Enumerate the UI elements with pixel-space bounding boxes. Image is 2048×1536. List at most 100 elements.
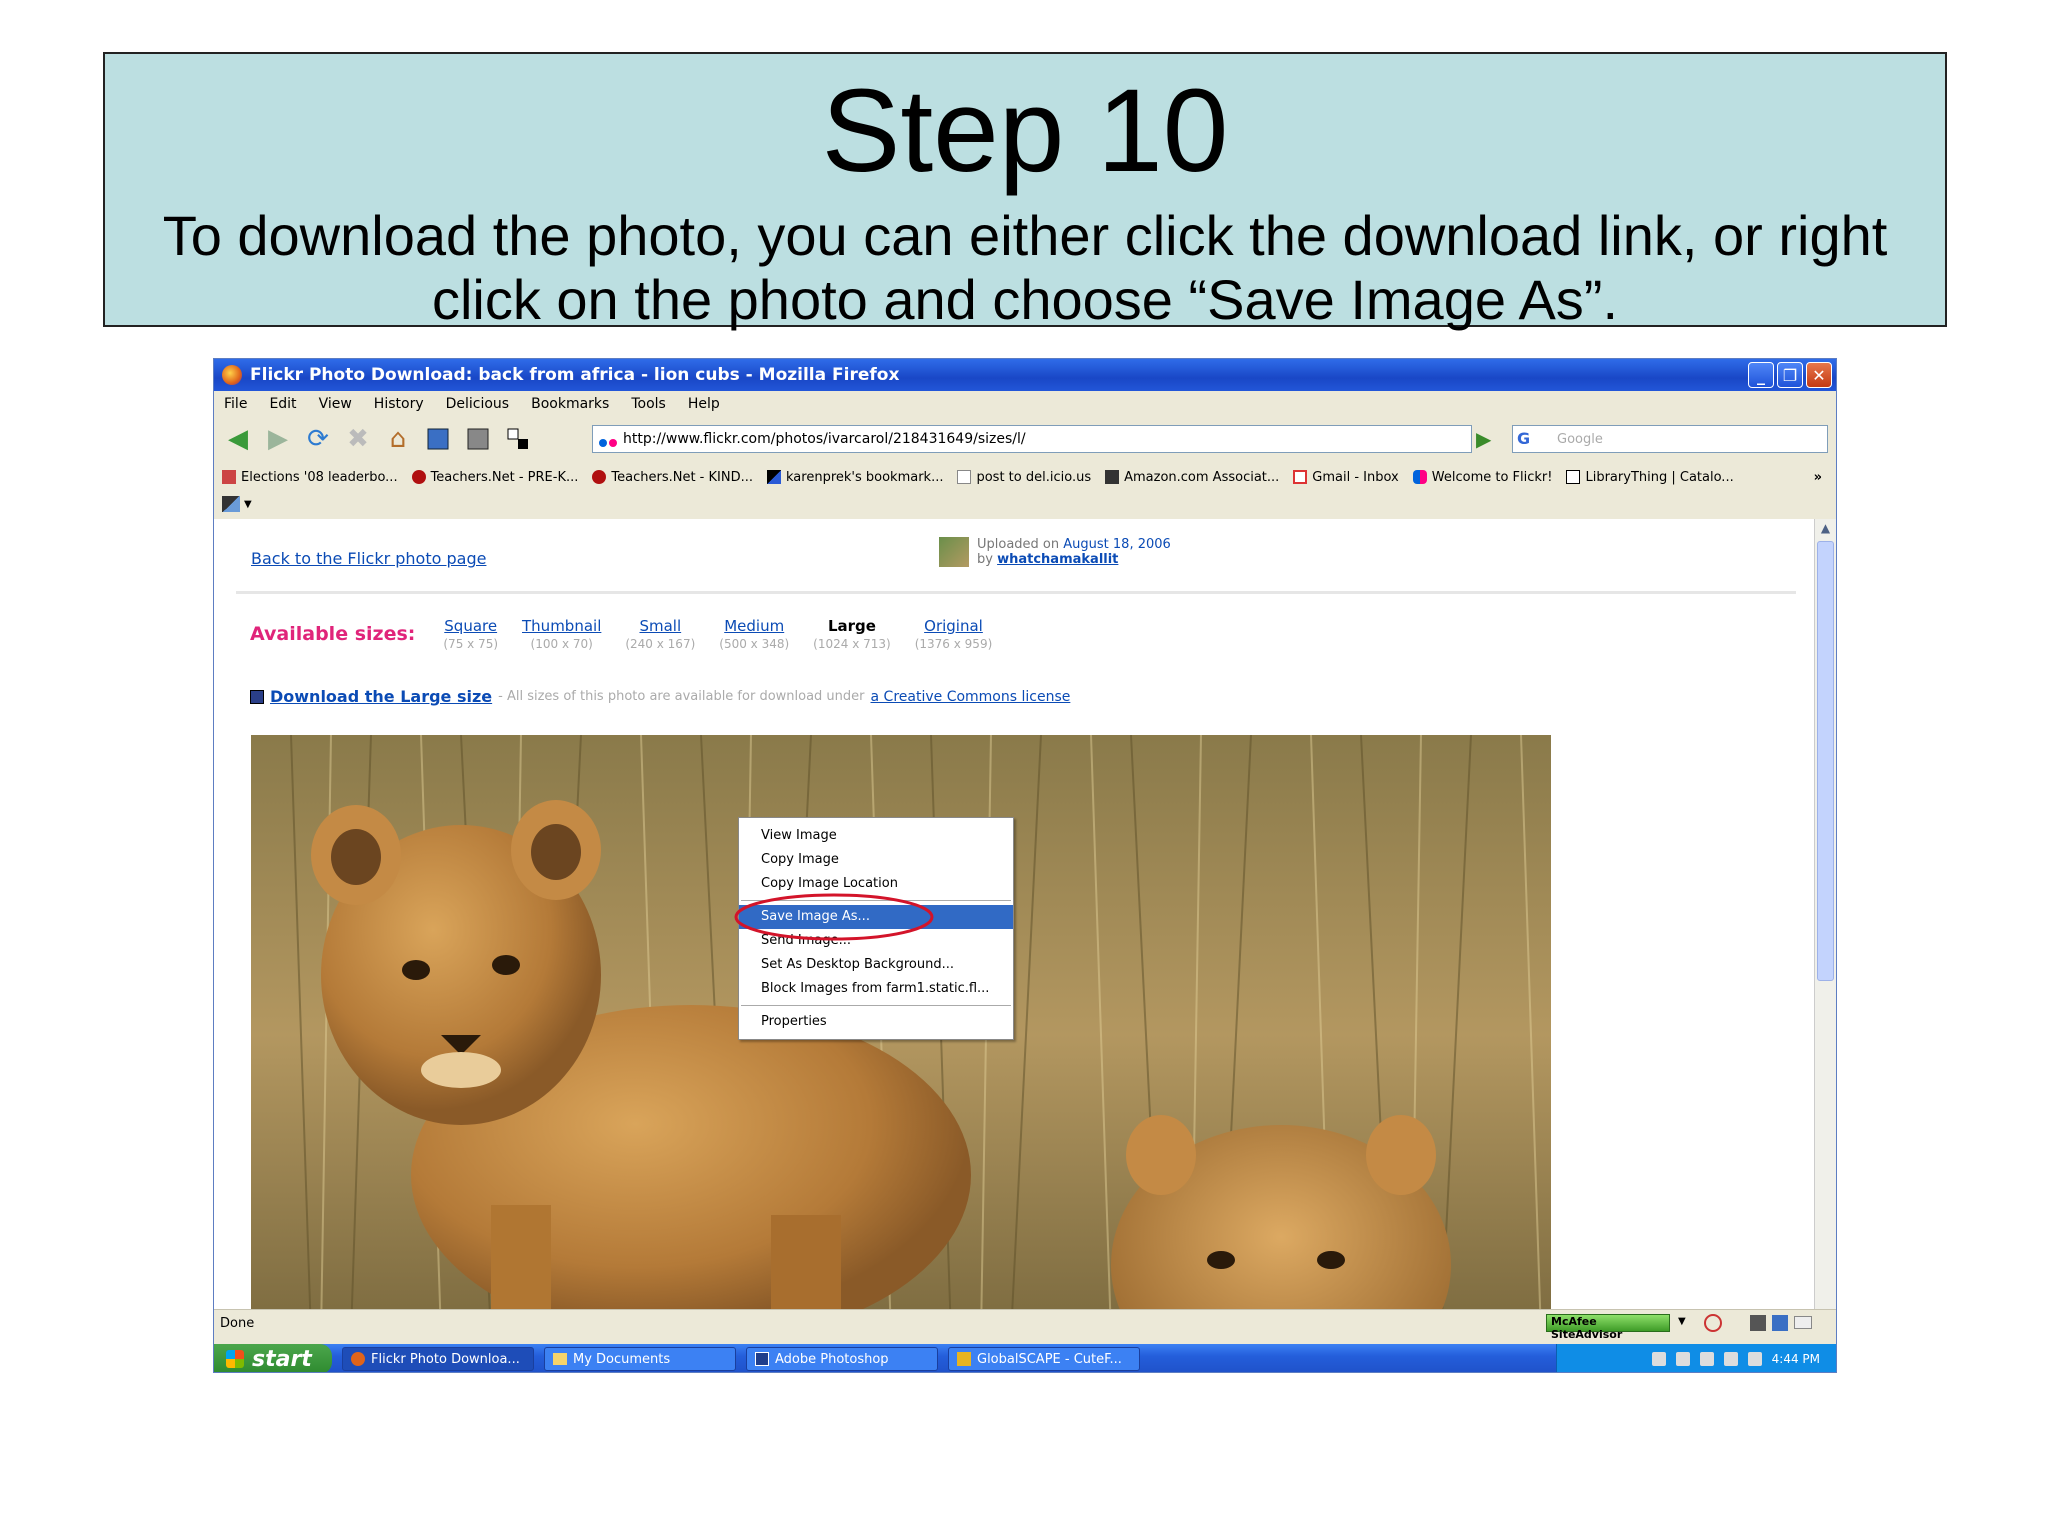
cuteftp-icon (957, 1352, 971, 1366)
mail-icon[interactable] (1794, 1316, 1812, 1329)
bookmark-item[interactable]: Amazon.com Associat... (1105, 470, 1279, 485)
delicious-icon[interactable] (502, 423, 534, 455)
screen-capture-icon[interactable] (222, 496, 240, 512)
menu-history[interactable]: History (374, 396, 424, 412)
help-icon[interactable] (1651, 1352, 1666, 1366)
back-to-photo-link[interactable]: Back to the Flickr photo page (251, 549, 486, 568)
menu-delicious[interactable]: Delicious (446, 396, 510, 412)
vertical-scrollbar[interactable]: ▲ ▼ (1814, 519, 1836, 1336)
ctx-view-image[interactable]: View Image (739, 824, 1013, 848)
bookmark-item[interactable]: Teachers.Net - PRE-K... (411, 470, 578, 485)
chevron-down-icon[interactable]: ▼ (244, 499, 252, 510)
bookmark-favicon-icon (222, 470, 236, 484)
folder-icon (553, 1353, 567, 1365)
uploader-avatar[interactable] (939, 537, 969, 567)
bookmark-item[interactable]: Gmail - Inbox (1293, 470, 1399, 485)
available-sizes: Available sizes: Square (75 x 75) Thumbna… (250, 617, 992, 651)
bookmarks-overflow-icon[interactable]: » (1814, 470, 1822, 485)
slide-title: Step 10 (821, 65, 1229, 197)
ctx-block-images[interactable]: Block Images from farm1.static.fl... (739, 977, 1013, 1001)
status-text: Done (220, 1316, 255, 1331)
stop-icon[interactable]: ✖ (342, 423, 374, 455)
start-button[interactable]: start (214, 1344, 332, 1372)
windows-logo-icon (226, 1350, 244, 1368)
menu-tools[interactable]: Tools (631, 396, 666, 412)
home-icon[interactable]: ⌂ (382, 423, 414, 455)
go-arrow-icon[interactable]: ▶ (1476, 427, 1500, 451)
task-firefox[interactable]: Flickr Photo Downloa... (342, 1347, 534, 1371)
forward-arrow-icon[interactable]: ▶ (262, 423, 294, 455)
extra-toolbar: ▼ (214, 491, 1836, 517)
google-logo-icon[interactable]: G (1517, 429, 1547, 449)
annotation-circle (734, 893, 934, 941)
size-square[interactable]: Square (75 x 75) (443, 617, 498, 651)
close-button[interactable]: ✕ (1806, 362, 1832, 388)
save-disk-icon (250, 689, 264, 704)
menu-edit[interactable]: Edit (269, 396, 296, 412)
tray-icon[interactable] (1675, 1352, 1690, 1366)
menu-help[interactable]: Help (688, 396, 720, 412)
search-input[interactable]: G Google (1512, 425, 1828, 453)
ctx-set-desktop-background[interactable]: Set As Desktop Background... (739, 953, 1013, 977)
ctx-properties[interactable]: Properties (739, 1010, 1013, 1034)
scrollbar-thumb[interactable] (1817, 541, 1834, 981)
flickr-icon (1412, 470, 1427, 484)
back-arrow-icon[interactable]: ◀ (222, 423, 254, 455)
upload-date-link[interactable]: August 18, 2006 (1063, 537, 1171, 552)
bookmark-item[interactable]: Elections '08 leaderbo... (222, 470, 398, 485)
menu-bookmarks[interactable]: Bookmarks (531, 396, 609, 412)
navigation-toolbar: ◀ ▶ ⟳ ✖ ⌂ http://www.flickr.com/photos/i… (214, 417, 1836, 461)
slide: Step 10 To download the photo, you can e… (0, 0, 2048, 1536)
status-tool-icon[interactable] (1750, 1315, 1766, 1331)
bookmark-item[interactable]: Welcome to Flickr! (1412, 470, 1552, 485)
uploader-link[interactable]: whatchamakallit (997, 552, 1118, 567)
task-cuteftp[interactable]: GlobalSCAPE - CuteF... (948, 1347, 1140, 1371)
size-small[interactable]: Small (240 x 167) (625, 617, 695, 651)
gmail-icon (1293, 470, 1308, 484)
scroll-up-icon[interactable]: ▲ (1817, 521, 1834, 539)
task-photoshop[interactable]: Adobe Photoshop (746, 1347, 938, 1371)
window-titlebar[interactable]: Flickr Photo Download: back from africa … (214, 359, 1836, 391)
bookmark-item[interactable]: karenprek's bookmark... (767, 470, 943, 485)
download-large-link[interactable]: Download the Large size (270, 687, 492, 706)
firefox-icon (351, 1352, 365, 1366)
status-tool-icon[interactable] (1772, 1315, 1788, 1331)
url-input[interactable]: http://www.flickr.com/photos/ivarcarol/2… (592, 425, 1472, 453)
maximize-button[interactable]: ❐ (1777, 362, 1803, 388)
page-icon (957, 470, 972, 484)
volume-icon[interactable] (1747, 1352, 1762, 1366)
size-thumbnail[interactable]: Thumbnail (100 x 70) (522, 617, 601, 651)
photoshop-icon (755, 1352, 769, 1366)
firefox-icon (222, 365, 242, 385)
clock[interactable]: 4:44 PM (1772, 1352, 1820, 1366)
download-row: Download the Large size - All sizes of t… (250, 687, 1070, 706)
flickr-favicon (599, 435, 619, 447)
bookmark-sidebar-icon[interactable] (422, 423, 454, 455)
security-icon[interactable] (1704, 1314, 1722, 1332)
mcafee-siteadvisor-button[interactable]: McAfee SiteAdvisor (1546, 1314, 1670, 1341)
bookmarks-toolbar: Elections '08 leaderbo... Teachers.Net -… (214, 463, 1836, 491)
url-text: http://www.flickr.com/photos/ivarcarol/2… (623, 431, 1026, 447)
reload-icon[interactable]: ⟳ (302, 423, 334, 455)
bookmark-item[interactable]: post to del.icio.us (957, 470, 1091, 485)
size-original[interactable]: Original (1376 x 959) (915, 617, 993, 651)
apple-icon (592, 470, 607, 484)
slide-instruction: To download the photo, you can either cl… (162, 204, 1888, 331)
size-medium[interactable]: Medium (500 x 348) (719, 617, 789, 651)
task-my-documents[interactable]: My Documents (544, 1347, 736, 1371)
ctx-copy-image[interactable]: Copy Image (739, 848, 1013, 872)
window-title: Flickr Photo Download: back from africa … (250, 365, 900, 385)
network-icon[interactable] (1723, 1352, 1738, 1366)
delicious-icon (767, 470, 781, 484)
chevron-down-icon[interactable]: ▼ (1678, 1316, 1686, 1327)
bookmark-item[interactable]: LibraryThing | Catalo... (1566, 470, 1734, 485)
bookmark-item[interactable]: Teachers.Net - KIND... (592, 470, 753, 485)
delicious-tag-icon[interactable] (462, 423, 494, 455)
upload-info: Uploaded on August 18, 2006 by whatchama… (939, 537, 1171, 567)
menu-file[interactable]: File (224, 396, 247, 412)
creative-commons-link[interactable]: a Creative Commons license (871, 689, 1071, 705)
menu-view[interactable]: View (319, 396, 352, 412)
browser-screenshot: Flickr Photo Download: back from africa … (213, 358, 1837, 1373)
minimize-button[interactable]: _ (1748, 362, 1774, 388)
tray-icon[interactable] (1699, 1352, 1714, 1366)
